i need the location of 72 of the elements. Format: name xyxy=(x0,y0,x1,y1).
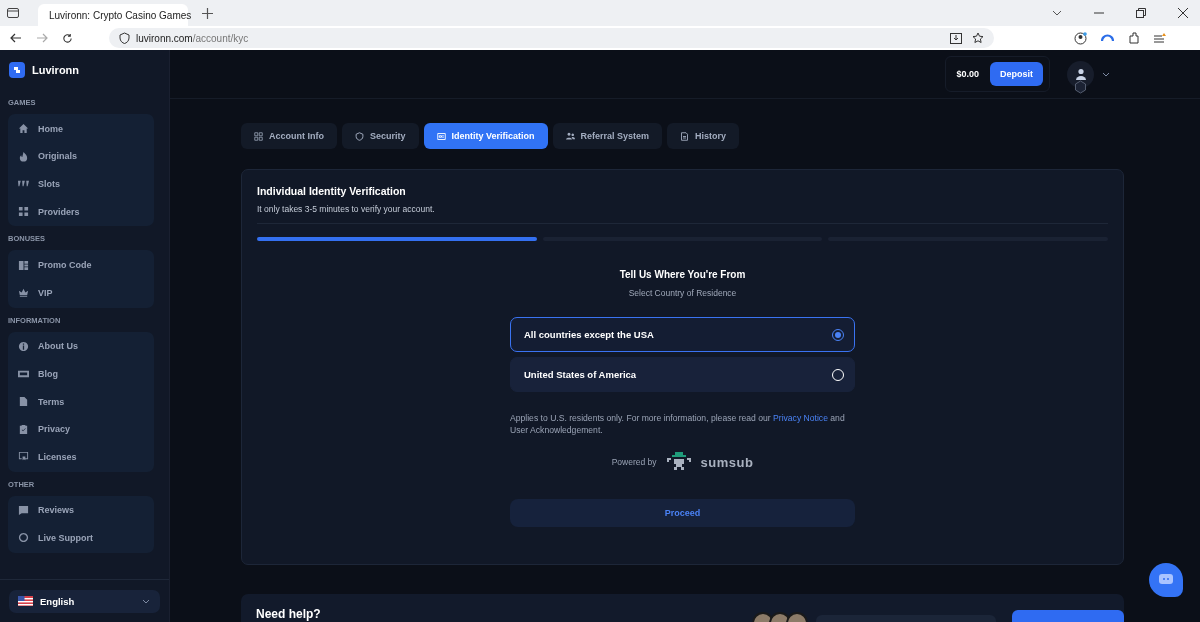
chevron-down-icon[interactable] xyxy=(1102,71,1110,77)
provider-name: sumsub xyxy=(700,454,754,470)
sidebar-item[interactable]: VIP xyxy=(8,278,154,307)
shield-icon xyxy=(355,131,364,141)
question-heading: Tell Us Where You're From xyxy=(619,269,746,280)
sidebar-item[interactable]: Terms xyxy=(8,387,154,416)
country-option[interactable]: All countries except the USA xyxy=(510,317,855,352)
tab[interactable]: History xyxy=(667,123,740,149)
doc-icon xyxy=(18,396,29,408)
chat-button[interactable] xyxy=(1149,563,1183,597)
sidebar-item[interactable]: Privacy xyxy=(8,415,154,443)
chevron-down-icon xyxy=(142,598,150,604)
language-selector[interactable]: English xyxy=(9,589,160,613)
sidebar-item[interactable]: Licenses xyxy=(8,442,154,471)
extensions-icon[interactable] xyxy=(1128,32,1140,44)
restore-icon[interactable] xyxy=(1136,8,1146,18)
id-icon xyxy=(436,131,446,141)
profile-icon[interactable] xyxy=(1074,31,1087,45)
review-icon xyxy=(18,504,29,516)
country-option[interactable]: United States of America xyxy=(510,357,855,392)
user-icon xyxy=(1074,68,1087,80)
sidebar-item[interactable]: Home xyxy=(8,115,154,143)
grid-icon xyxy=(254,131,263,141)
question-hint: Select Country of Residence xyxy=(628,288,737,298)
menu-icon[interactable] xyxy=(1154,32,1166,44)
flag-icon xyxy=(18,596,33,606)
arc-icon[interactable] xyxy=(1101,34,1114,42)
chevron-down-icon[interactable] xyxy=(1052,10,1062,16)
tab[interactable]: Identity Verification xyxy=(423,123,548,149)
brand-name[interactable]: Luvironn xyxy=(32,64,80,76)
balance: $0.00 xyxy=(956,69,979,79)
grid-icon xyxy=(18,206,29,218)
tab[interactable]: Referral System xyxy=(552,123,663,149)
sidebar-item[interactable]: Providers xyxy=(8,197,154,226)
star-icon[interactable] xyxy=(972,32,984,44)
doc-icon xyxy=(680,131,690,141)
new-tab-icon[interactable] xyxy=(202,7,213,19)
tab[interactable]: Security xyxy=(342,123,419,149)
back-icon[interactable] xyxy=(10,33,22,43)
users-icon xyxy=(565,131,575,141)
proceed-button[interactable]: Proceed xyxy=(510,499,855,527)
close-icon[interactable] xyxy=(1178,8,1188,18)
avatar[interactable] xyxy=(1067,60,1094,88)
card-subtitle: It only takes 3-5 minutes to verify your account. xyxy=(257,204,436,214)
sidebar-item[interactable]: Live Support xyxy=(8,524,154,552)
notice-text: Applies to U.S. residents only. For more information, please read our Privacy Notice and User Acknowledgement. xyxy=(510,412,846,436)
crown-icon xyxy=(18,287,29,299)
sidebar-item[interactable]: Originals xyxy=(8,142,154,171)
reload-icon[interactable] xyxy=(62,32,73,44)
blog-icon xyxy=(18,368,29,380)
sidebar-item[interactable]: Slots xyxy=(8,170,154,198)
sidebar-item[interactable]: About Us xyxy=(8,332,154,361)
deposit-button[interactable]: Deposit xyxy=(990,62,1043,86)
powered-by-label: Powered by xyxy=(611,457,657,467)
sidebar-item[interactable]: Promo Code xyxy=(8,251,154,279)
address-bar[interactable]: luvironn.com/account/kyc xyxy=(109,28,994,48)
clip-icon xyxy=(18,423,29,435)
info-icon xyxy=(18,340,29,352)
card-title: Individual Identity Verification xyxy=(257,185,407,197)
tab[interactable]: Account Info xyxy=(241,123,337,149)
help-title: Need help? xyxy=(256,607,321,621)
fire-icon xyxy=(18,150,29,162)
hexagon-badge-icon xyxy=(1074,79,1087,94)
tab-list-icon[interactable] xyxy=(6,6,20,20)
sidebar-item[interactable]: Reviews xyxy=(8,496,154,525)
logo-icon[interactable] xyxy=(9,62,25,78)
install-icon[interactable] xyxy=(950,32,962,44)
home-icon xyxy=(18,123,29,135)
sidebar-item[interactable]: Blog xyxy=(8,360,154,388)
shield-icon xyxy=(119,32,130,44)
robot-logo-icon xyxy=(665,452,692,472)
privacy-notice-link[interactable]: Privacy Notice xyxy=(773,413,828,423)
